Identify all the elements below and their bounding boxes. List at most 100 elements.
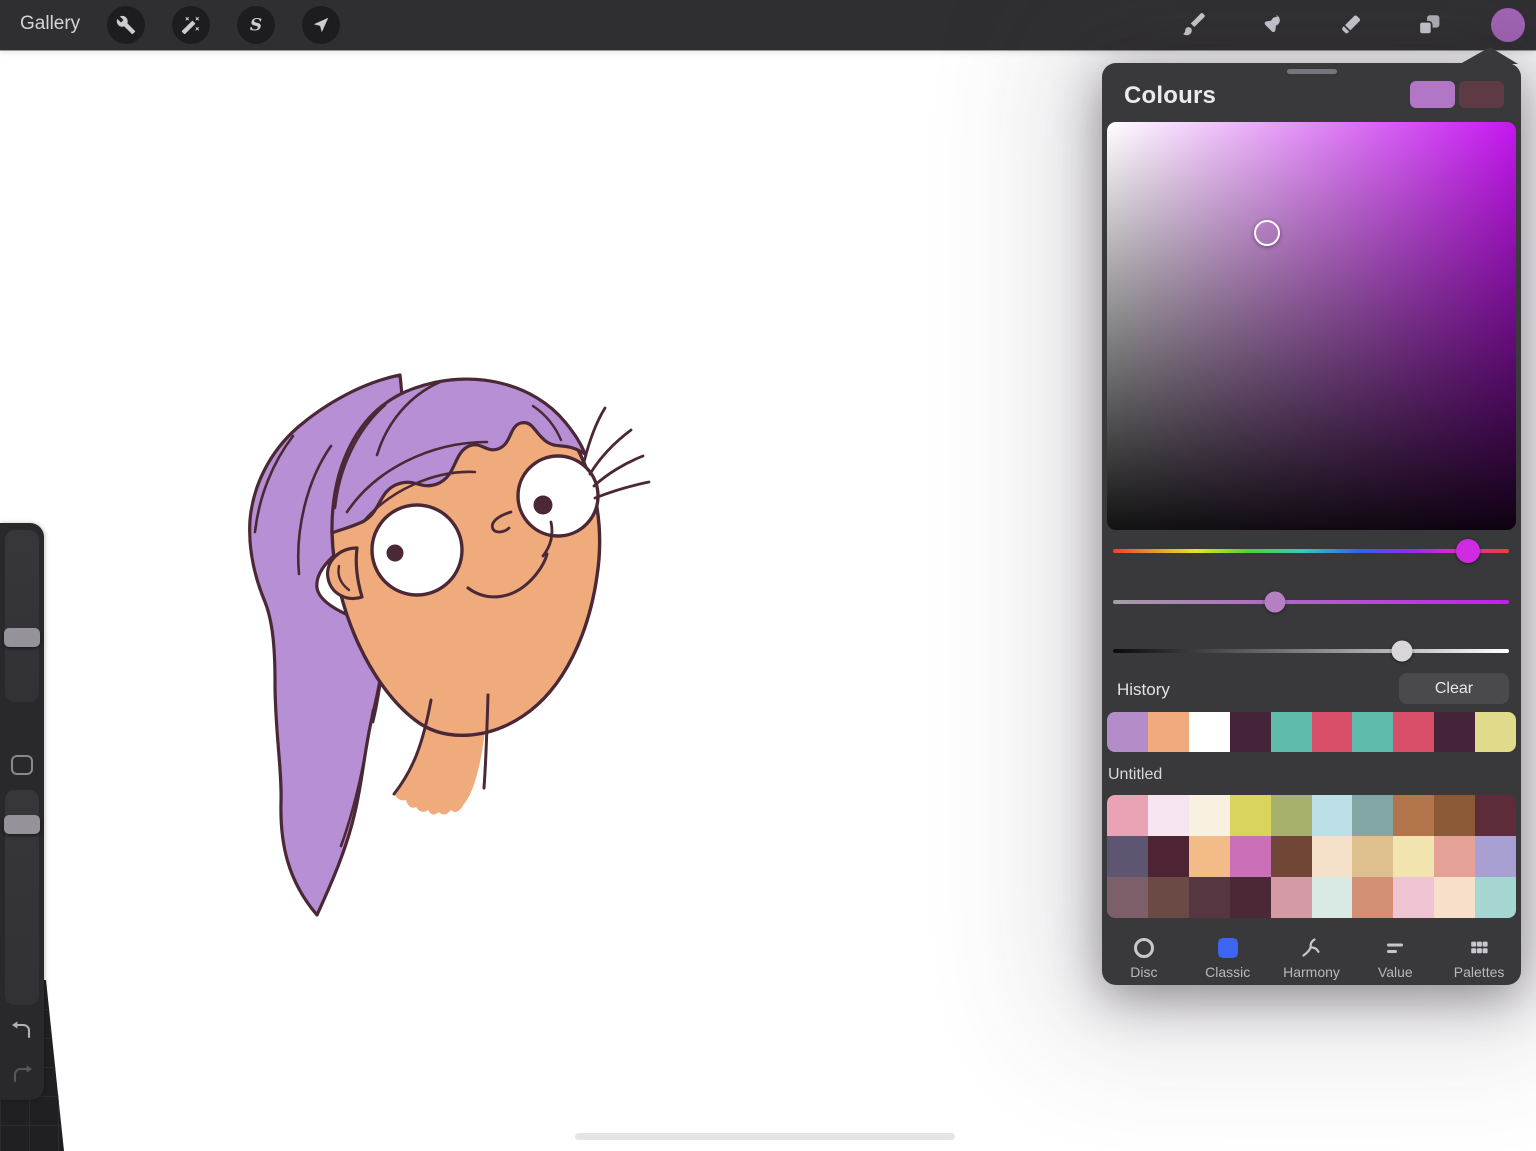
- brush-sidebar: [0, 523, 44, 1100]
- palette-swatch[interactable]: [1148, 836, 1189, 877]
- hue-slider-thumb[interactable]: [1456, 539, 1480, 563]
- brightness-slider-thumb[interactable]: [1392, 641, 1413, 662]
- palette-swatch[interactable]: [1393, 836, 1434, 877]
- palette-swatch[interactable]: [1352, 877, 1393, 918]
- tab-disc[interactable]: Disc: [1102, 929, 1186, 985]
- colours-panel: Colours History Clear Untitled Disc: [1102, 63, 1521, 985]
- palette-swatch[interactable]: [1230, 795, 1271, 836]
- tab-classic[interactable]: Classic: [1186, 929, 1270, 985]
- brightness-slider[interactable]: [1113, 649, 1509, 653]
- palette-swatch[interactable]: [1352, 836, 1393, 877]
- hue-slider[interactable]: [1113, 549, 1509, 553]
- brush-opacity-slider[interactable]: [5, 790, 39, 1005]
- history-swatch[interactable]: [1393, 712, 1434, 752]
- saturation-brightness-picker[interactable]: [1107, 122, 1516, 530]
- actions-button[interactable]: [107, 6, 145, 44]
- brush-size-handle[interactable]: [4, 628, 40, 647]
- brush-icon: [1182, 12, 1208, 38]
- history-label: History: [1117, 680, 1170, 700]
- layers-button[interactable]: [1415, 11, 1443, 39]
- palette-swatch[interactable]: [1107, 877, 1148, 918]
- current-color-swatch[interactable]: [1410, 81, 1455, 108]
- history-swatch[interactable]: [1352, 712, 1393, 752]
- palette-swatch[interactable]: [1148, 795, 1189, 836]
- layers-icon: [1416, 12, 1442, 38]
- smudge-tool-button[interactable]: [1259, 11, 1287, 39]
- saturation-slider[interactable]: [1113, 600, 1509, 604]
- selection-button[interactable]: S: [237, 6, 275, 44]
- tab-harmony[interactable]: Harmony: [1270, 929, 1354, 985]
- procreate-screen: Gallery S: [0, 0, 1536, 1151]
- saturation-slider-thumb[interactable]: [1264, 592, 1285, 613]
- palette-swatch[interactable]: [1434, 795, 1475, 836]
- history-swatch[interactable]: [1271, 712, 1312, 752]
- harmony-icon: [1300, 937, 1322, 959]
- palette-swatch[interactable]: [1475, 877, 1516, 918]
- palette-swatch[interactable]: [1271, 795, 1312, 836]
- palette-swatch[interactable]: [1312, 795, 1353, 836]
- history-swatch[interactable]: [1312, 712, 1353, 752]
- brush-tool-button[interactable]: [1181, 11, 1209, 39]
- right-eye: [518, 456, 598, 536]
- top-toolbar: Gallery S: [0, 0, 1536, 50]
- tab-value[interactable]: Value: [1353, 929, 1437, 985]
- right-pupil: [534, 496, 553, 515]
- history-swatch[interactable]: [1148, 712, 1189, 752]
- history-swatch[interactable]: [1434, 712, 1475, 752]
- gallery-button[interactable]: Gallery: [20, 13, 80, 35]
- palette-swatch[interactable]: [1271, 877, 1312, 918]
- clear-history-button[interactable]: Clear: [1399, 673, 1509, 704]
- home-indicator[interactable]: [575, 1133, 955, 1140]
- history-swatch[interactable]: [1475, 712, 1516, 752]
- palette-swatch[interactable]: [1434, 836, 1475, 877]
- history-swatch[interactable]: [1230, 712, 1271, 752]
- palette-swatch[interactable]: [1189, 877, 1230, 918]
- redo-icon[interactable]: [9, 1062, 35, 1086]
- palette-swatch[interactable]: [1393, 795, 1434, 836]
- palette-swatch[interactable]: [1230, 877, 1271, 918]
- adjustments-button[interactable]: [172, 6, 210, 44]
- palette-swatch[interactable]: [1475, 795, 1516, 836]
- modify-button[interactable]: [11, 755, 33, 775]
- palette-swatch[interactable]: [1434, 877, 1475, 918]
- panel-drag-handle[interactable]: [1287, 69, 1337, 74]
- palette-swatch[interactable]: [1189, 795, 1230, 836]
- palette-swatch[interactable]: [1148, 877, 1189, 918]
- picker-selection-circle[interactable]: [1254, 220, 1280, 246]
- active-color-button[interactable]: [1491, 8, 1525, 42]
- undo-icon[interactable]: [9, 1018, 35, 1042]
- palette-swatch[interactable]: [1393, 877, 1434, 918]
- panel-callout-arrow: [1460, 47, 1518, 64]
- history-swatch[interactable]: [1189, 712, 1230, 752]
- palette-swatch[interactable]: [1271, 836, 1312, 877]
- panel-tab-bar: Disc Classic Harmony: [1102, 929, 1521, 985]
- palette-name: Untitled: [1108, 766, 1162, 784]
- disc-icon: [1134, 938, 1154, 958]
- eraser-icon: [1338, 12, 1364, 38]
- palette-swatch[interactable]: [1189, 836, 1230, 877]
- brush-size-slider[interactable]: [5, 530, 39, 702]
- selection-s-icon: S: [246, 15, 266, 35]
- palette-swatch[interactable]: [1352, 795, 1393, 836]
- palette-swatch[interactable]: [1312, 877, 1353, 918]
- value-icon: [1384, 937, 1406, 959]
- smudge-icon: [1260, 12, 1286, 38]
- left-pupil: [387, 545, 404, 562]
- eraser-tool-button[interactable]: [1337, 11, 1365, 39]
- palette-swatch[interactable]: [1107, 795, 1148, 836]
- palette-swatch[interactable]: [1107, 836, 1148, 877]
- palette-swatch[interactable]: [1230, 836, 1271, 877]
- svg-text:S: S: [250, 16, 262, 36]
- tab-palettes[interactable]: Palettes: [1437, 929, 1521, 985]
- palette-swatch[interactable]: [1475, 836, 1516, 877]
- magic-wand-icon: [181, 15, 201, 35]
- left-eye: [372, 505, 462, 595]
- history-swatch[interactable]: [1107, 712, 1148, 752]
- transform-button[interactable]: [302, 6, 340, 44]
- secondary-color-swatch[interactable]: [1459, 81, 1504, 108]
- brush-opacity-handle[interactable]: [4, 815, 40, 834]
- palette-swatch[interactable]: [1312, 836, 1353, 877]
- panel-title: Colours: [1124, 82, 1216, 110]
- history-swatches: [1107, 712, 1516, 752]
- classic-icon: [1218, 938, 1238, 958]
